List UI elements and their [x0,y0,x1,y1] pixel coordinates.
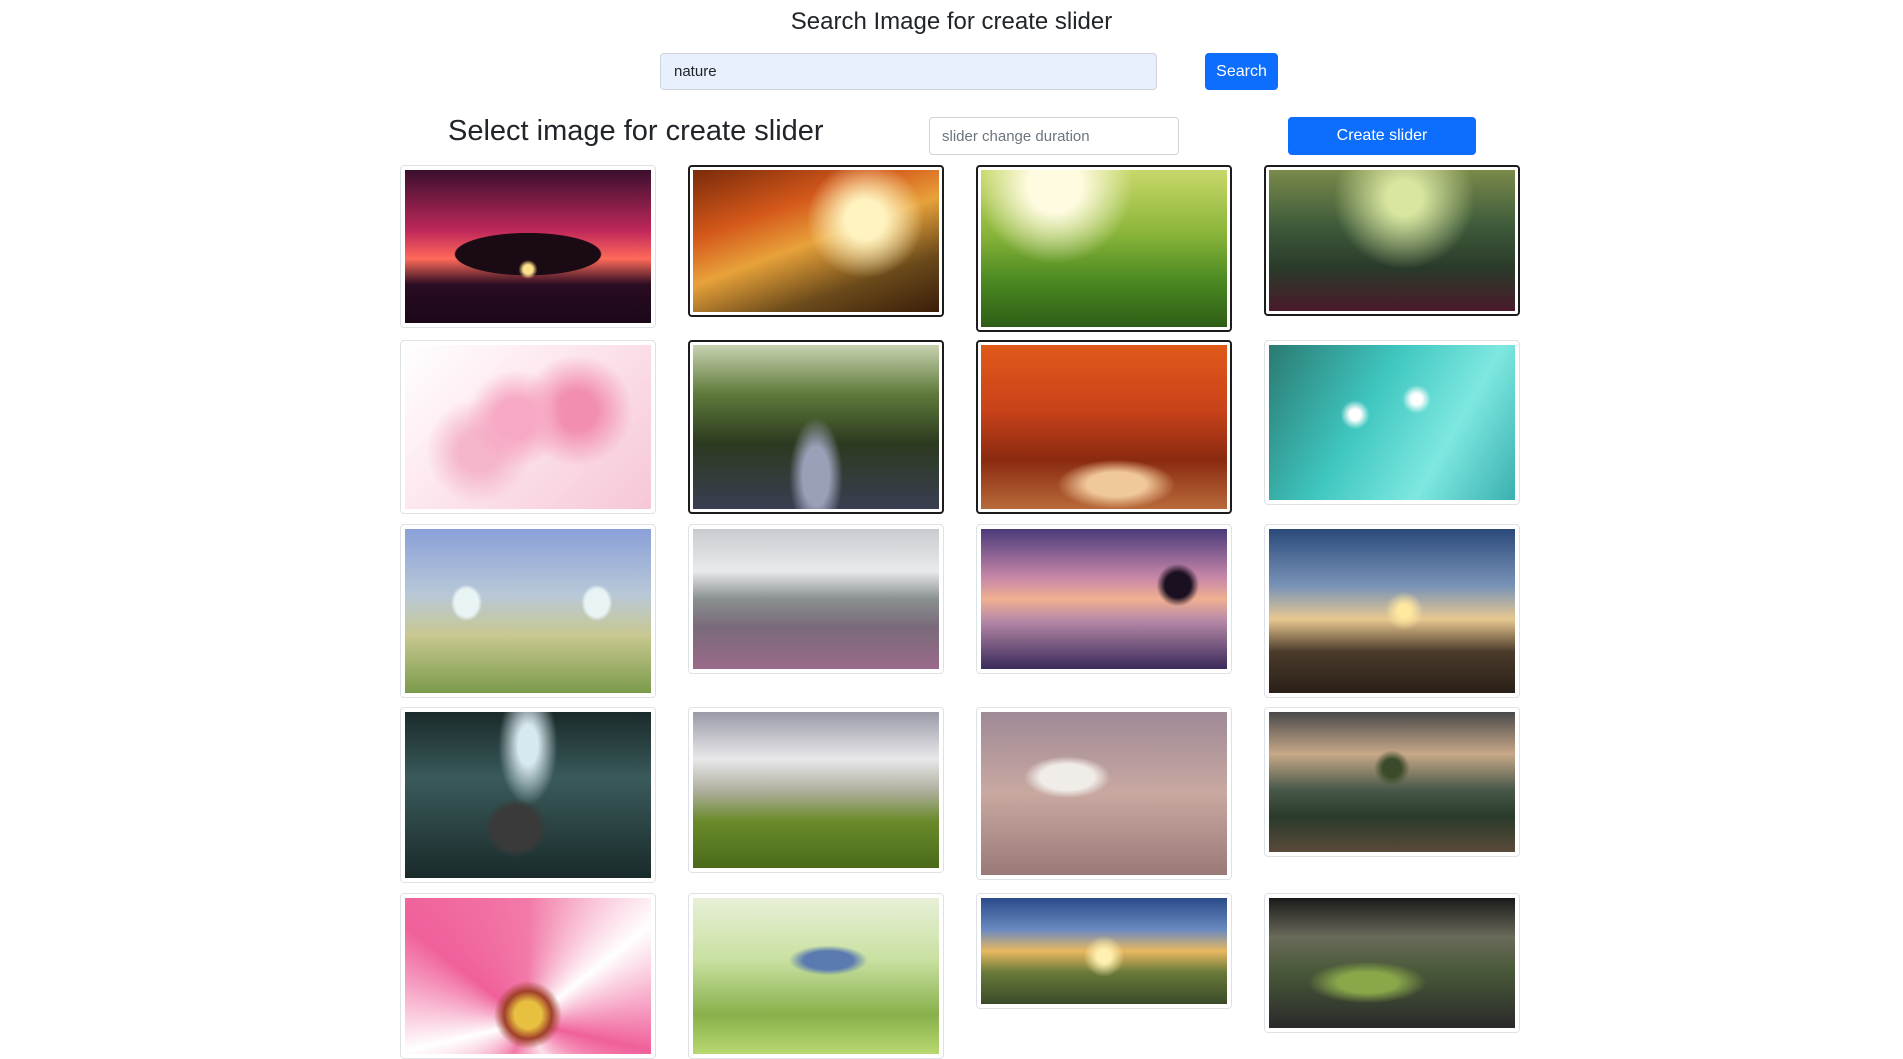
nature-photo [693,898,939,1054]
nature-photo [981,170,1227,327]
image-card[interactable] [688,524,944,674]
image-card[interactable] [976,165,1232,332]
slider-duration-input[interactable] [929,117,1179,155]
nature-photo [693,712,939,868]
image-card[interactable] [400,340,656,514]
nature-photo [981,712,1227,875]
select-slider-title: Select image for create slider [448,115,824,147]
nature-photo [405,712,651,878]
image-card[interactable] [976,707,1232,880]
image-card[interactable] [1264,524,1520,698]
nature-photo [405,898,651,1054]
nature-photo [981,345,1227,509]
nature-photo [405,345,651,509]
nature-photo [405,170,651,323]
image-card[interactable] [688,340,944,514]
nature-photo [405,529,651,693]
image-card[interactable] [1264,707,1520,857]
create-slider-button[interactable]: Create slider [1288,117,1476,155]
nature-photo [693,170,939,312]
image-card[interactable] [976,524,1232,674]
nature-photo [693,345,939,509]
nature-photo [981,898,1227,1004]
nature-photo [1269,529,1515,693]
image-card[interactable] [1264,893,1520,1033]
image-card[interactable] [400,893,656,1059]
image-card[interactable] [976,893,1232,1009]
image-card[interactable] [400,524,656,698]
search-button[interactable]: Search [1205,53,1278,90]
image-card[interactable] [688,165,944,317]
nature-photo [1269,898,1515,1028]
image-card[interactable] [1264,340,1520,505]
nature-photo [693,529,939,669]
search-title: Search Image for create slider [790,8,1113,35]
image-card[interactable] [976,340,1232,514]
image-card[interactable] [1264,165,1520,316]
search-input[interactable] [660,53,1157,90]
image-card[interactable] [400,165,656,328]
image-card[interactable] [688,707,944,873]
nature-photo [1269,345,1515,500]
nature-photo [981,529,1227,669]
nature-photo [1269,170,1515,311]
nature-photo [1269,712,1515,852]
image-card[interactable] [400,707,656,883]
image-card[interactable] [688,893,944,1059]
